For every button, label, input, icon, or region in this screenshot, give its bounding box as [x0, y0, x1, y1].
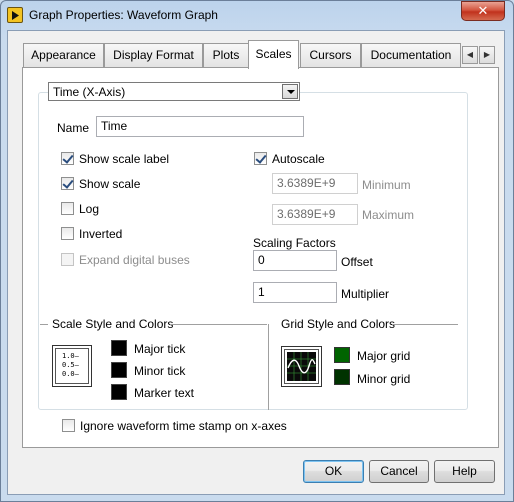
multiplier-field[interactable]: 1 [253, 282, 337, 303]
log-label: Log [79, 202, 100, 216]
window-title: Graph Properties: Waveform Graph [29, 8, 218, 22]
marker-text-label: Marker text [134, 386, 195, 400]
inverted-checkbox[interactable] [61, 227, 74, 240]
maximum-field: 3.6389E+9 [272, 204, 358, 225]
major-grid-color-swatch[interactable] [334, 347, 350, 363]
major-tick-label: Major tick [134, 342, 186, 356]
axis-select[interactable]: Time (X-Axis) [48, 82, 300, 101]
chevron-down-icon[interactable] [282, 84, 298, 99]
major-grid-label: Major grid [357, 349, 411, 363]
grid-style-icon [287, 352, 316, 381]
cancel-button[interactable]: Cancel [369, 460, 429, 483]
log-checkbox[interactable] [61, 202, 74, 215]
grid-style-divider [392, 324, 458, 325]
expand-digital-buses-checkbox [61, 253, 74, 266]
grid-style-title: Grid Style and Colors [281, 317, 396, 331]
tab-cursors[interactable]: Cursors [300, 43, 361, 67]
minimum-field: 3.6389E+9 [272, 173, 358, 194]
scale-style-divider-right [170, 324, 267, 325]
show-scale-label-checkbox[interactable] [61, 152, 74, 165]
tab-scroll-right-icon[interactable]: ▶ [479, 46, 495, 64]
show-scale-label: Show scale [79, 177, 141, 191]
expand-digital-buses-label: Expand digital buses [79, 253, 190, 267]
title-bar[interactable]: Graph Properties: Waveform Graph ✕ [0, 0, 512, 30]
offset-label: Offset [341, 255, 373, 269]
minor-tick-color-swatch[interactable] [111, 362, 127, 378]
scale-icon-label: 0.0– [62, 370, 79, 378]
tab-appearance[interactable]: Appearance [23, 43, 104, 67]
offset-field[interactable]: 0 [253, 250, 337, 271]
major-tick-color-swatch[interactable] [111, 340, 127, 356]
ignore-timestamp-label: Ignore waveform time stamp on x-axes [80, 419, 287, 433]
show-scale-label-label: Show scale label [79, 152, 170, 166]
scale-icon-label: 1.0– [62, 352, 79, 360]
maximum-label: Maximum [362, 208, 415, 222]
tab-display-format[interactable]: Display Format [104, 43, 203, 67]
name-label: Name [57, 121, 90, 135]
tab-scales[interactable]: Scales [248, 40, 299, 69]
inverted-label: Inverted [79, 227, 123, 241]
show-scale-checkbox[interactable] [61, 177, 74, 190]
tab-scroll-left-icon[interactable]: ◀ [462, 46, 478, 64]
grid-style-selector[interactable] [281, 346, 322, 387]
ok-button[interactable]: OK [303, 460, 364, 483]
tab-documentation[interactable]: Documentation [361, 43, 461, 67]
minor-grid-label: Minor grid [357, 372, 411, 386]
name-field[interactable]: Time [96, 116, 304, 137]
style-sections-divider [268, 324, 269, 410]
scale-style-icon: 1.0– 0.5– 0.0– [62, 352, 79, 379]
axis-select-value: Time (X-Axis) [53, 85, 126, 99]
ignore-timestamp-checkbox[interactable] [62, 419, 75, 432]
labview-app-icon [7, 7, 23, 23]
scale-icon-label: 0.5– [62, 361, 79, 369]
help-button[interactable]: Help [434, 460, 495, 483]
multiplier-label: Multiplier [341, 287, 390, 301]
minor-grid-color-swatch[interactable] [334, 369, 350, 385]
minimum-label: Minimum [362, 178, 411, 192]
scale-style-divider [40, 324, 48, 325]
scale-style-selector[interactable]: 1.0– 0.5– 0.0– [52, 345, 92, 387]
autoscale-checkbox[interactable] [254, 152, 267, 165]
close-button[interactable]: ✕ [461, 1, 505, 21]
marker-text-color-swatch[interactable] [111, 384, 127, 400]
autoscale-label: Autoscale [272, 152, 325, 166]
scaling-factors-title: Scaling Factors [253, 236, 336, 250]
tab-plots[interactable]: Plots [203, 43, 249, 67]
minor-tick-label: Minor tick [134, 364, 186, 378]
scale-style-title: Scale Style and Colors [52, 317, 174, 331]
